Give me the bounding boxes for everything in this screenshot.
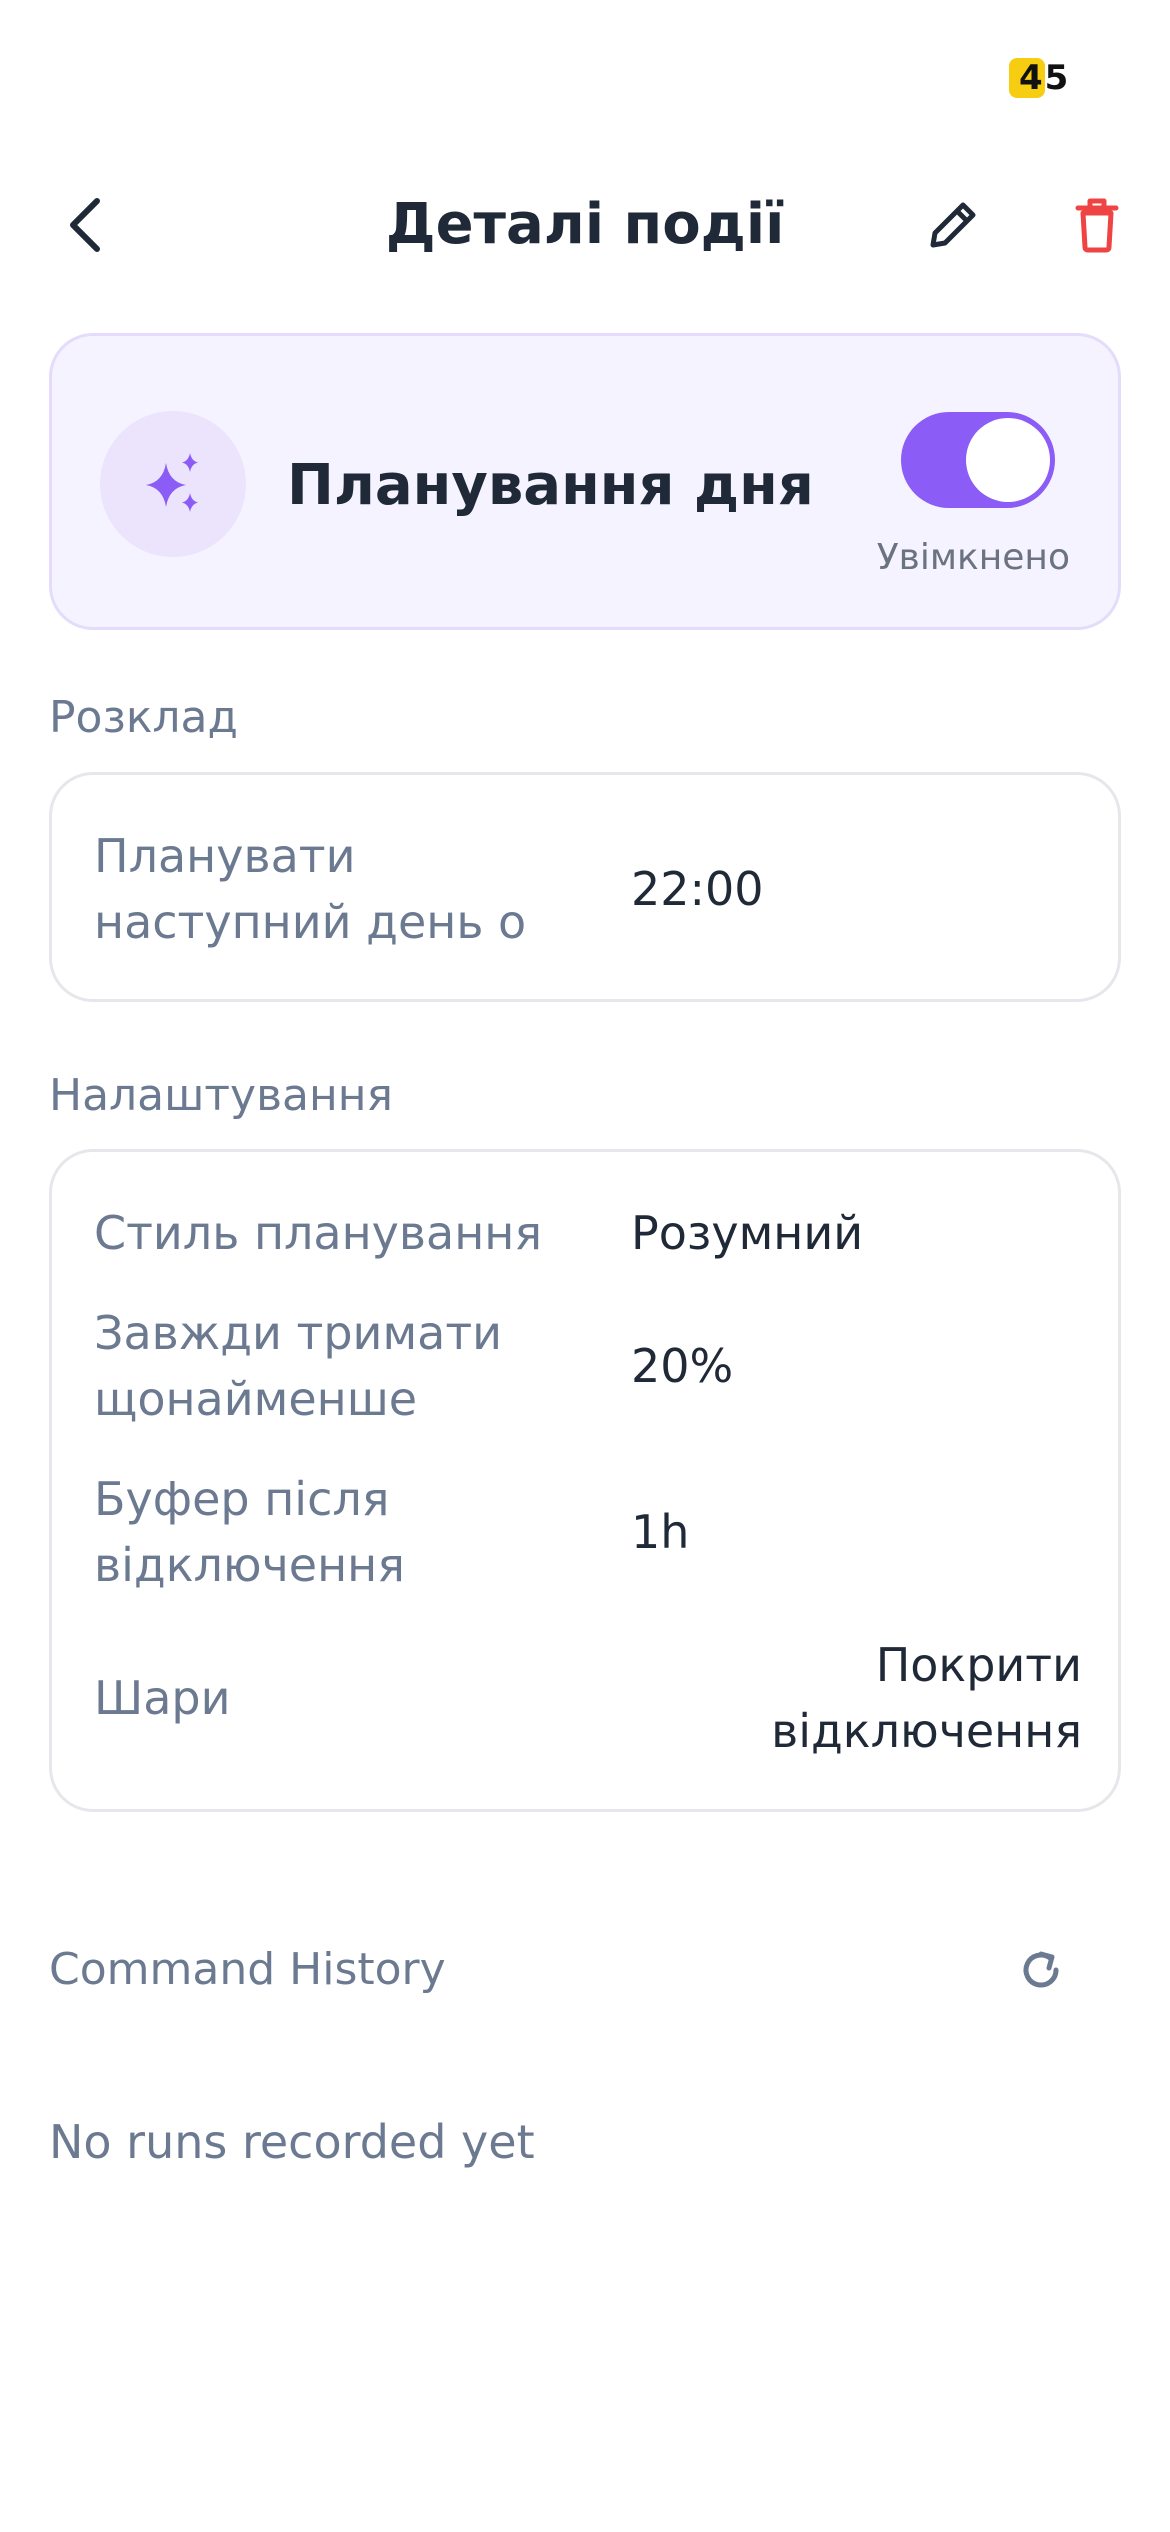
delete-button[interactable]	[1062, 190, 1132, 260]
settings-card: Стиль планування Розумний Завжди тримати…	[49, 1149, 1121, 1812]
schedule-row[interactable]: Планувати наступний день о 22:00	[94, 823, 1082, 955]
schedule-row-label: Планувати наступний день о	[94, 829, 527, 949]
settings-row-value: Розумний	[631, 1206, 864, 1260]
hero-icon-circle	[100, 411, 246, 557]
history-header: Command History	[49, 1935, 1121, 2005]
schedule-row-value: 22:00	[631, 862, 764, 916]
settings-row-buffer[interactable]: Буфер після відключення 1h	[94, 1466, 1082, 1598]
settings-row-style[interactable]: Стиль планування Розумний	[94, 1200, 1082, 1266]
edit-button[interactable]	[918, 190, 988, 260]
refresh-button[interactable]	[1006, 1935, 1076, 2005]
settings-row-value: 1h	[631, 1505, 690, 1559]
trash-icon	[1075, 198, 1119, 253]
hero-card: Планування дня Увімкнено	[49, 333, 1121, 630]
settings-row-label: Буфер після відключення	[94, 1472, 405, 1592]
refresh-icon	[1023, 1951, 1059, 1988]
header: Деталі події	[0, 150, 1170, 300]
settings-row-value: 20%	[631, 1339, 734, 1393]
settings-row-label: Стиль планування	[94, 1206, 543, 1260]
history-title: Command History	[49, 1944, 446, 1995]
settings-row-label: Шари	[94, 1671, 231, 1725]
schedule-card: Планувати наступний день о 22:00	[49, 772, 1121, 1002]
toggle-knob	[966, 418, 1050, 502]
settings-section-label: Налаштування	[49, 1070, 393, 1121]
status-bar: 45	[0, 0, 1170, 150]
sparkles-icon	[146, 453, 198, 512]
status-badge-highlight: 4	[1009, 58, 1045, 98]
status-badge: 45	[1009, 58, 1072, 98]
settings-row-layers[interactable]: Шари Покрити відключення	[94, 1632, 1082, 1764]
schedule-section-label: Розклад	[49, 692, 238, 743]
page-title: Деталі події	[385, 192, 785, 257]
settings-row-value: Покрити відключення	[771, 1638, 1082, 1758]
toggle-status-label: Увімкнено	[876, 537, 1070, 578]
settings-row-label: Завжди тримати щонайменше	[94, 1306, 503, 1426]
history-empty-state: No runs recorded yet	[49, 2115, 535, 2169]
status-badge-rest: 5	[1044, 58, 1069, 98]
pencil-icon	[930, 202, 976, 248]
settings-row-min-keep[interactable]: Завжди тримати щонайменше 20%	[94, 1300, 1082, 1432]
event-title: Планування дня	[287, 453, 814, 518]
enabled-toggle[interactable]	[901, 412, 1055, 508]
